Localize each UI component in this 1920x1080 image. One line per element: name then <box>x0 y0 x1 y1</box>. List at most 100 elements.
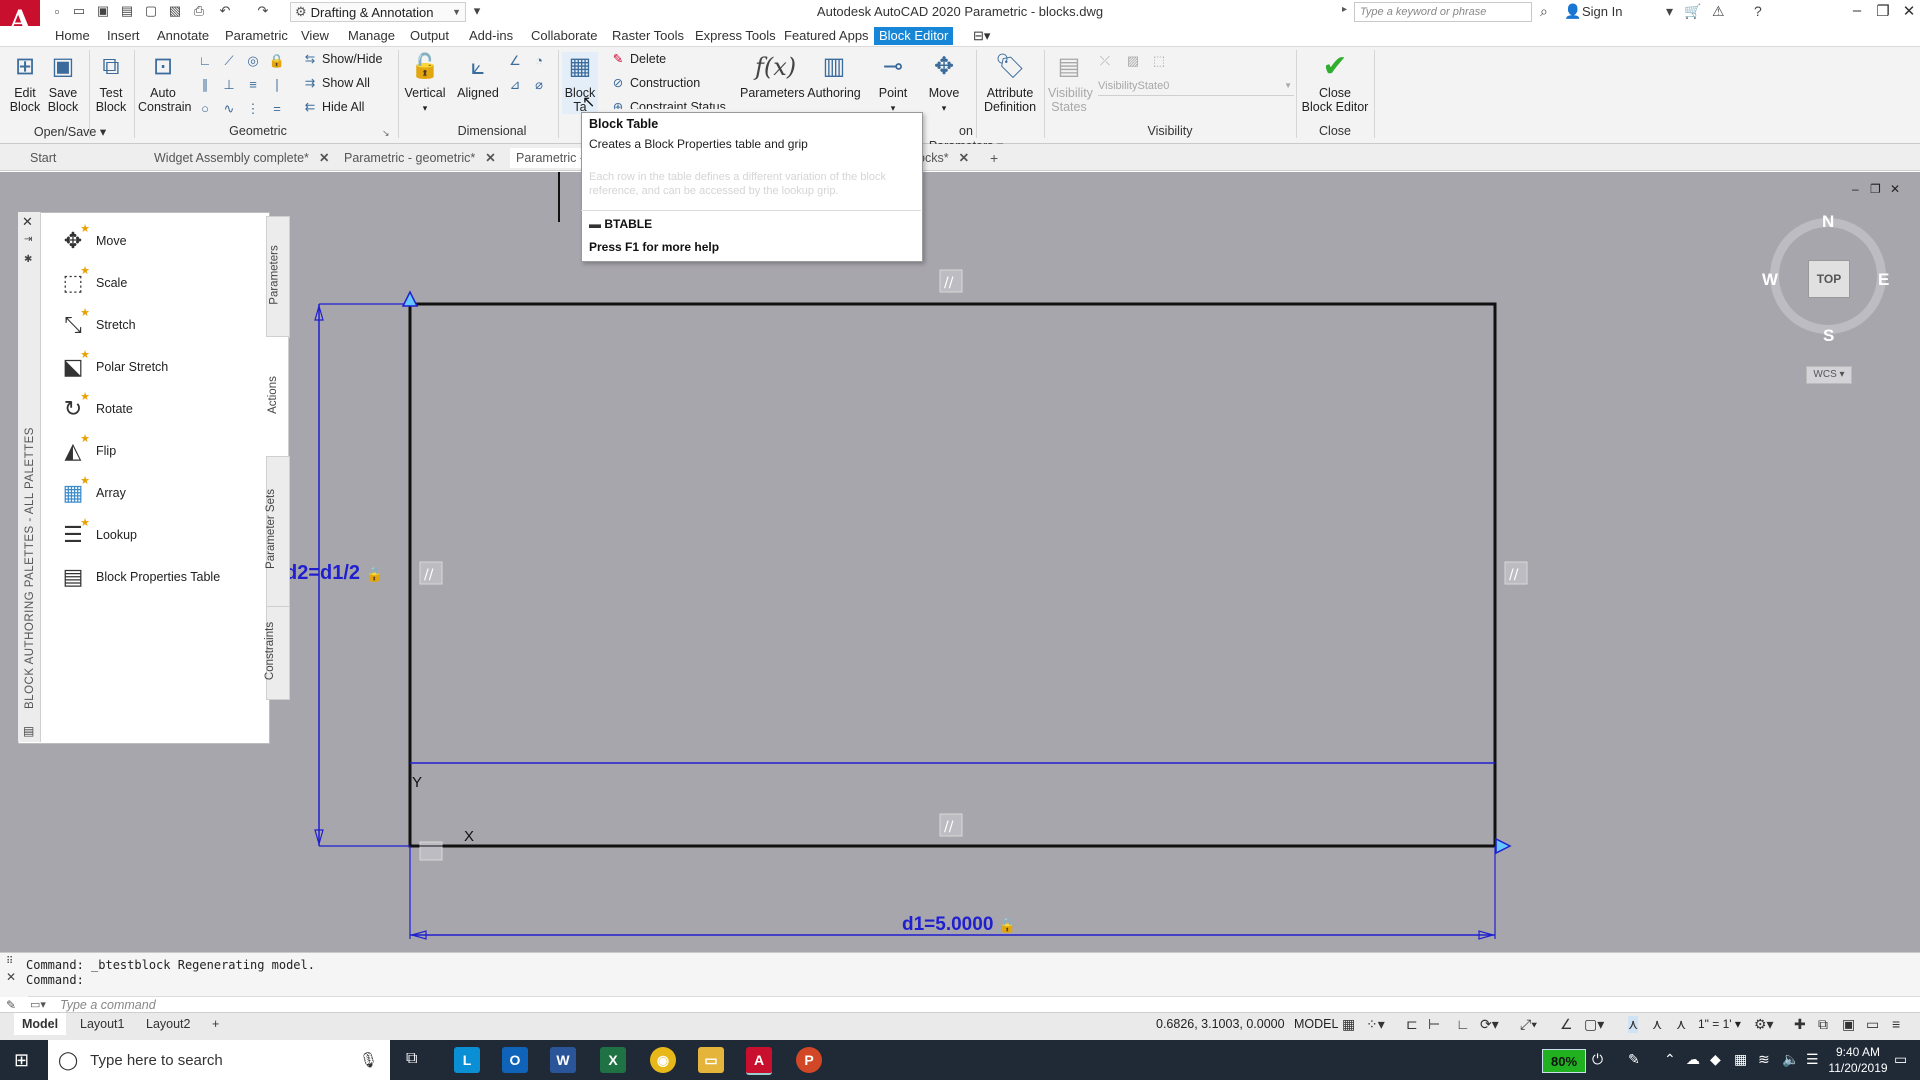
power-plug-icon[interactable]: ⏻ <box>1592 1051 1603 1068</box>
palette-tab-constraints[interactable]: Constraints <box>264 606 290 700</box>
polar-tracking-icon[interactable]: ⟳▾ <box>1480 1016 1499 1033</box>
close-icon[interactable]: ✕ <box>6 970 16 984</box>
palette-item-flip[interactable]: ◭ ★ Flip <box>58 432 117 470</box>
add-layout-plus-icon[interactable]: + <box>204 1013 227 1035</box>
recent-commands-icon[interactable]: ▭▾ <box>30 998 46 1011</box>
wrench-icon[interactable]: ✎ <box>6 998 16 1012</box>
ortho-icon[interactable]: ∟ <box>1456 1016 1470 1032</box>
palette-item-move[interactable]: ✥ ★ Move <box>58 222 127 260</box>
infer-constraints-icon[interactable]: ⊏ <box>1406 1016 1418 1033</box>
save-as-icon[interactable]: ▤ <box>118 2 136 20</box>
tab-block-editor[interactable]: Block Editor <box>874 27 954 45</box>
make-visible-icon[interactable]: ▨ <box>1124 52 1142 70</box>
ink-workspace-icon[interactable]: ✎ <box>1628 1051 1640 1068</box>
isometric-icon[interactable]: ⤢▾ <box>1520 1016 1537 1033</box>
cursor-coordinates[interactable]: 0.6826, 3.1003, 0.0000 <box>1156 1017 1285 1031</box>
smooth-icon[interactable]: ∿ <box>220 100 238 118</box>
properties-icon[interactable]: ✱ <box>24 254 32 265</box>
redo-icon[interactable]: ↷ <box>254 2 272 20</box>
edit-block-button[interactable]: ⊞ Edit Block <box>6 52 44 114</box>
excel-app-icon[interactable]: X <box>600 1047 626 1073</box>
layout-tab-layout1[interactable]: Layout1 <box>72 1013 132 1035</box>
tab-view[interactable]: View <box>296 27 334 45</box>
convert-icon[interactable]: ⊿ <box>506 76 524 94</box>
task-view-icon[interactable]: ⧉ <box>406 1050 417 1068</box>
layout-tab-model[interactable]: Model <box>14 1013 67 1035</box>
group-dimensional[interactable]: Dimensional <box>402 124 582 138</box>
collinear-icon[interactable]: ⟋ <box>220 52 238 70</box>
chevron-down-icon[interactable]: ▾ <box>1666 3 1673 20</box>
file-tab-widget-assembly[interactable]: Widget Assembly complete* ✕ <box>154 148 329 168</box>
ribbon-options-icon[interactable]: ⊟▾ <box>968 27 995 45</box>
tab-parametric[interactable]: Parametric <box>220 27 293 45</box>
authoring-palettes-button[interactable]: ▥ Authoring <box>804 52 864 100</box>
file-tab-parametric-geometric[interactable]: Parametric - geometric* ✕ <box>344 148 496 168</box>
undo-icon[interactable]: ↶ <box>216 2 234 20</box>
command-grip-icon[interactable]: ⠿ <box>6 956 13 967</box>
dialog-launcher-icon[interactable]: ↘ <box>382 128 390 139</box>
aligned-dimension-button[interactable]: ⟀ Aligned <box>454 52 502 100</box>
workspace-dropdown[interactable]: ⚙ Drafting & Annotation ▼ <box>290 2 466 22</box>
snap-icon[interactable]: ⁘▾ <box>1366 1016 1385 1033</box>
file-explorer-icon[interactable]: ▭ <box>698 1047 724 1073</box>
file-tab-start[interactable]: Start <box>30 148 138 168</box>
open-web-icon[interactable]: ▢ <box>142 2 160 20</box>
grid-icon[interactable]: ▦ <box>1342 1016 1355 1033</box>
volume-icon[interactable]: 🔈 <box>1782 1051 1799 1068</box>
plus-icon[interactable]: ✚ <box>1794 1016 1806 1033</box>
customize-menu-icon[interactable]: ≡ <box>1892 1016 1900 1032</box>
close-icon[interactable]: ✕ <box>1896 2 1920 20</box>
group-open-save[interactable]: Open/Save ▾ <box>10 124 130 139</box>
compass-north[interactable]: N <box>1822 212 1834 232</box>
palette-item-block-properties-table[interactable]: ▤ Block Properties Table <box>58 558 221 596</box>
dimension-d2-label[interactable]: d2=d1/2 🔒 <box>285 562 383 585</box>
search-expand-icon[interactable]: ▸ <box>1342 4 1347 15</box>
model-space-toggle[interactable]: MODEL <box>1294 1017 1338 1031</box>
file-tab-parametric-blocks[interactable]: Parametric - <box>510 148 591 168</box>
palette-tab-actions[interactable]: Actions <box>266 336 289 458</box>
save-block-button[interactable]: ▣ Save Block <box>44 52 82 114</box>
autocad-app-icon[interactable]: A <box>746 1047 772 1075</box>
battery-indicator[interactable]: 80% <box>1542 1049 1586 1073</box>
angular-icon[interactable]: ∠ <box>506 52 524 70</box>
object-snap-tracking-icon[interactable]: ∠ <box>1560 1016 1573 1033</box>
wifi-icon[interactable]: ≋ <box>1758 1051 1770 1068</box>
constraint-status-button[interactable]: ⊕ Constraint Status <box>610 97 726 109</box>
palette-item-scale[interactable]: ⬚ ★ Scale <box>58 264 128 302</box>
visibility-mode-icon[interactable]: ⬚ <box>1150 52 1168 70</box>
symmetric-icon[interactable]: ⋮ <box>244 100 262 118</box>
attribute-definition-button[interactable]: 🏷 Attribute Definition <box>980 52 1040 114</box>
microphone-icon[interactable]: 🎙 <box>359 1051 378 1069</box>
restore-icon[interactable]: ❐ <box>1870 2 1896 20</box>
tab-insert[interactable]: Insert <box>102 27 145 45</box>
search-input[interactable]: Type a keyword or phrase <box>1354 2 1532 22</box>
dropbox-icon[interactable]: ◆ <box>1710 1051 1721 1068</box>
group-close[interactable]: Close <box>1300 124 1370 138</box>
fix-icon[interactable]: 🔒 <box>268 52 286 70</box>
binoculars-icon[interactable]: ⌕ <box>1540 3 1548 20</box>
plot-icon[interactable]: ⎙ <box>190 2 208 20</box>
powerpoint-app-icon[interactable]: P <box>796 1047 822 1073</box>
help-icon[interactable]: ? <box>1754 3 1762 19</box>
outlook-app-icon[interactable]: O <box>502 1047 528 1073</box>
parallel-icon[interactable]: ∥ <box>196 76 214 94</box>
hardware-acceleration-icon[interactable]: ▣ <box>1842 1016 1855 1033</box>
cart-icon[interactable]: 🛒 <box>1684 3 1701 20</box>
group-geometric[interactable]: Geometric <box>138 124 378 138</box>
show-hide-button[interactable]: ⇆ Show/Hide <box>302 49 383 69</box>
palette-tab-parameters[interactable]: Parameters <box>266 216 290 338</box>
auto-scale-icon[interactable]: ⋏ <box>1652 1016 1662 1033</box>
open-file-icon[interactable]: ▭ <box>70 2 88 20</box>
horizontal-icon[interactable]: ≡ <box>244 76 262 94</box>
show-hidden-icons-icon[interactable]: ⌃ <box>1664 1051 1676 1068</box>
layout-tab-layout2[interactable]: Layout2 <box>138 1013 198 1035</box>
close-icon[interactable]: ✕ <box>22 214 33 230</box>
close-icon[interactable]: ✕ <box>485 151 495 165</box>
taskbar-search[interactable]: ◯ Type here to search 🎙 <box>48 1040 390 1080</box>
customize-qat-icon[interactable]: ▾ <box>468 2 486 20</box>
connect-icon[interactable]: ⚠ <box>1712 3 1725 20</box>
notifications-icon[interactable]: ▭ <box>1894 1051 1907 1068</box>
tab-raster-tools[interactable]: Raster Tools <box>607 27 689 45</box>
tab-express-tools[interactable]: Express Tools <box>690 27 781 45</box>
move-action-button[interactable]: ✥ Move ▾ <box>922 52 966 115</box>
